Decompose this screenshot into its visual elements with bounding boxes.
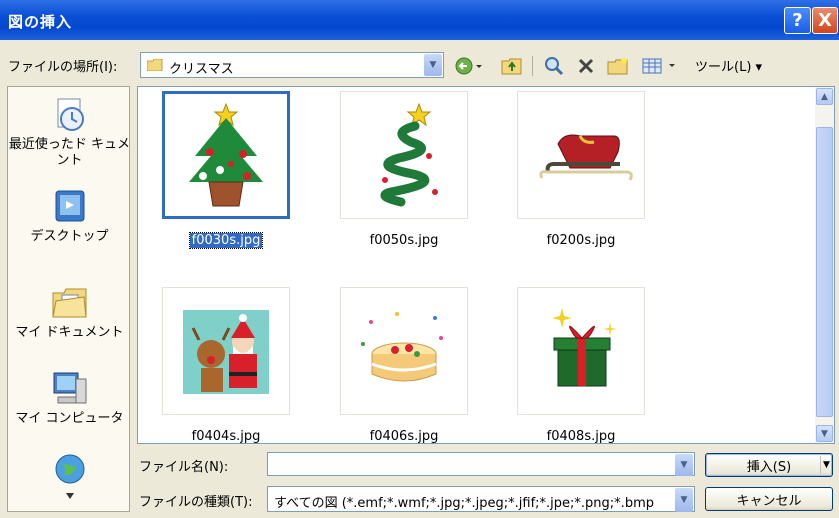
file-item[interactable]: f0050s.jpg [330,91,478,251]
file-item[interactable]: f0404s.jpg [152,287,300,447]
chevron-down-icon[interactable]: ▼ [424,54,442,76]
insert-button[interactable]: 挿入(S) [705,453,833,477]
scroll-thumb[interactable] [816,127,833,417]
file-list-view[interactable]: f0030s.jpg f0050s.jpg f0200s.jpg f0404s.… [137,86,835,444]
chevron-down-icon[interactable]: ▼ [675,454,693,476]
file-name: f0406s.jpg [369,429,439,444]
window-title: 図の挿入 [8,13,73,31]
filename-label: ファイル名(N): [139,460,229,475]
views-icon [642,58,675,74]
desktop-icon [50,187,90,227]
folder-icon [147,59,163,71]
place-label-my-computer: マイ コンピュータ [15,411,124,426]
back-icon [455,57,482,75]
place-my-computer[interactable]: マイ コンピュータ [8,369,131,427]
insert-dropdown-button[interactable]: ▼ [820,456,832,474]
scroll-up-button[interactable]: ▲ [816,88,833,105]
tools-menu[interactable]: ツール(L) ▾ [695,56,762,75]
place-label-desktop: デスクトップ [30,229,109,244]
file-item[interactable]: f0406s.jpg [330,287,478,447]
filename-combo[interactable]: ▼ [267,452,695,476]
up-folder-button[interactable] [500,56,524,76]
new-folder-icon [607,58,628,75]
views-button[interactable] [638,56,688,76]
christmas-tree-thumbnail [162,91,290,219]
back-button[interactable] [455,56,485,76]
new-folder-button[interactable] [606,56,630,76]
location-combo[interactable]: クリスマス ▼ [140,52,444,78]
file-name: f0030s.jpg [188,232,264,249]
chevron-down-icon[interactable]: ▼ [675,488,693,512]
recent-documents-icon [50,95,90,135]
location-value: クリスマス [169,62,234,77]
filename-input[interactable] [270,455,670,473]
my-network-icon [50,453,90,499]
place-my-network[interactable] [8,453,131,499]
my-computer-icon [50,369,90,409]
ribbon-tree-thumbnail [340,91,468,219]
close-button[interactable]: X [812,7,838,34]
place-label-my-documents: マイ ドキュメント [15,325,124,340]
santa-reindeer-thumbnail [162,287,290,415]
search-web-button[interactable] [542,56,566,76]
delete-button[interactable] [574,56,598,76]
file-name: f0404s.jpg [191,429,261,444]
my-documents-icon [50,283,90,323]
file-item[interactable]: f0030s.jpg [152,91,300,251]
file-item[interactable]: f0200s.jpg [507,91,655,251]
file-item[interactable]: f0408s.jpg [507,287,655,447]
place-my-documents[interactable]: マイ ドキュメント [8,283,131,341]
place-label-recent: 最近使ったド キュメント [8,137,131,168]
location-toolbar: ファイルの場所(I): クリスマス ▼ ツール(L) ▾ [0,50,839,80]
places-bar: 最近使ったド キュメント デスクトップ マイ ドキュメント マイ コンピュータ [7,86,130,512]
title-bar: 図の挿入 ? X [0,0,839,40]
scroll-down-button[interactable]: ▼ [816,425,833,442]
place-recent-documents[interactable]: 最近使ったド キュメント [8,95,131,169]
filetype-value: すべての図 (*.emf;*.wmf;*.jpg;*.jpeg;*.jfif;*… [274,496,654,511]
cancel-button[interactable]: キャンセル [705,487,833,511]
filetype-label: ファイルの種類(T): [139,495,253,510]
file-name: f0200s.jpg [546,233,616,248]
file-name: f0050s.jpg [369,233,439,248]
gift-box-thumbnail [517,287,645,415]
delete-icon [578,58,594,74]
search-icon [545,57,564,76]
help-button[interactable]: ? [784,7,811,34]
place-desktop[interactable]: デスクトップ [8,187,131,245]
filetype-select[interactable]: すべての図 (*.emf;*.wmf;*.jpg;*.jpeg;*.jfif;*… [267,486,695,512]
up-folder-icon [501,58,522,75]
sleigh-thumbnail [517,91,645,219]
cake-thumbnail [340,287,468,415]
file-name: f0408s.jpg [546,429,616,444]
toolbar-separator [532,56,533,76]
location-label: ファイルの場所(I): [8,60,118,75]
vertical-scrollbar[interactable]: ▲ ▼ [815,87,834,443]
